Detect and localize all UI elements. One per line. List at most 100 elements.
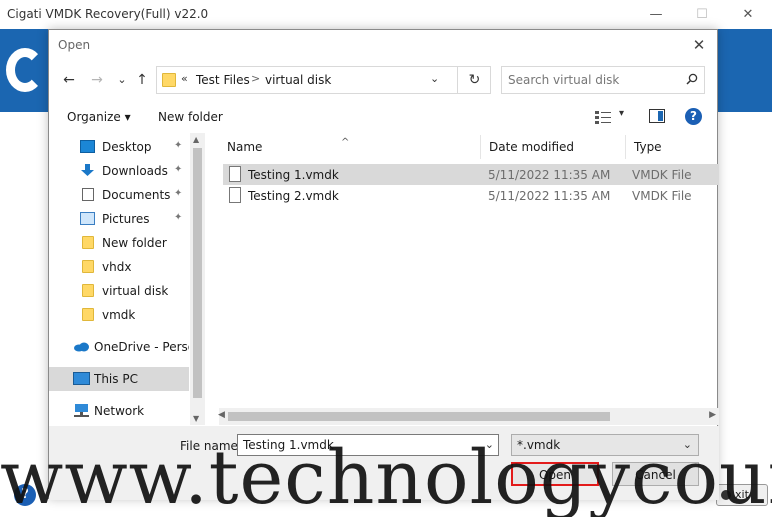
folder-icon: [82, 308, 94, 321]
desktop-icon: [80, 140, 95, 153]
app-help-button[interactable]: ?: [14, 484, 36, 506]
nav-item-label: New folder: [102, 236, 167, 250]
scroll-up-icon[interactable]: ▲: [193, 135, 199, 144]
dialog-title: Open: [58, 38, 91, 52]
breadcrumb-separator: >: [251, 72, 261, 85]
file-list: Name ^ Date modified Type Testing 1.vmdk…: [219, 133, 719, 425]
scroll-down-icon[interactable]: ▼: [193, 414, 199, 423]
app-logo-icon: [6, 48, 44, 92]
forward-button[interactable]: →: [86, 70, 108, 90]
cancel-button[interactable]: Cancel: [612, 462, 699, 486]
file-name-input[interactable]: Testing 1.vmdk ⌄: [237, 434, 499, 456]
app-close-button[interactable]: ✕: [728, 4, 768, 26]
nav-item-onedrive[interactable]: OneDrive - Persor: [49, 335, 189, 359]
nav-item-virtual-disk[interactable]: virtual disk: [49, 279, 189, 303]
network-icon: [74, 404, 89, 417]
scroll-right-icon[interactable]: ▶: [709, 410, 716, 420]
column-label: Name: [227, 140, 263, 154]
file-name-value: Testing 1.vmdk: [243, 438, 334, 452]
nav-pane-scrollbar[interactable]: ▲ ▼: [190, 133, 205, 425]
download-icon: [81, 164, 94, 176]
view-dropdown-icon[interactable]: ▾: [619, 108, 624, 119]
nav-item-label: vhdx: [102, 260, 132, 274]
navigation-pane: Desktop ✦ Downloads ✦ Documents ✦ Pictur…: [49, 133, 205, 425]
file-icon: [229, 166, 241, 182]
back-button[interactable]: ←: [58, 70, 80, 90]
maximize-button[interactable]: ☐: [682, 4, 722, 26]
file-date: 5/11/2022 11:35 AM: [488, 168, 611, 182]
nav-item-this-pc[interactable]: This PC: [49, 367, 189, 391]
address-overflow[interactable]: «: [181, 72, 188, 85]
search-input[interactable]: [508, 71, 673, 89]
chevron-down-icon[interactable]: ⌄: [485, 438, 494, 451]
file-name: Testing 1.vmdk: [248, 168, 339, 182]
nav-item-vmdk[interactable]: vmdk: [49, 303, 189, 327]
address-dropdown-icon[interactable]: ⌄: [430, 72, 439, 85]
exit-icon: [721, 490, 731, 500]
cloud-icon: [74, 342, 89, 352]
file-row[interactable]: Testing 2.vmdk 5/11/2022 11:35 AM VMDK F…: [223, 185, 719, 206]
file-type-value: *.vmdk: [517, 438, 561, 452]
app-title: Cigati VMDK Recovery(Full) v22.0: [7, 7, 209, 21]
help-icon[interactable]: ?: [685, 108, 702, 125]
file-name-label: File name:: [180, 439, 242, 453]
sort-ascending-icon: ^: [341, 137, 350, 148]
nav-item-pictures[interactable]: Pictures ✦: [49, 207, 189, 231]
nav-item-desktop[interactable]: Desktop ✦: [49, 135, 189, 159]
address-bar[interactable]: « Test Files > virtual disk ⌄ ↻: [156, 66, 491, 94]
pin-icon: ✦: [174, 212, 183, 223]
breadcrumb-test-files[interactable]: Test Files: [196, 73, 250, 87]
pictures-icon: [80, 212, 95, 225]
nav-item-documents[interactable]: Documents ✦: [49, 183, 189, 207]
file-name: Testing 2.vmdk: [248, 189, 339, 203]
nav-item-vhdx[interactable]: vhdx: [49, 255, 189, 279]
open-button[interactable]: Open: [511, 462, 599, 486]
file-row[interactable]: Testing 1.vmdk 5/11/2022 11:35 AM VMDK F…: [223, 164, 719, 185]
minimize-button[interactable]: —: [636, 4, 676, 26]
recent-locations-button[interactable]: ⌄: [111, 70, 133, 90]
scrollbar-thumb[interactable]: [193, 148, 202, 398]
exit-label: xit: [735, 488, 749, 501]
pin-icon: ✦: [174, 188, 183, 199]
nav-item-label: Documents: [102, 188, 171, 202]
scroll-left-icon[interactable]: ◀: [218, 410, 225, 420]
app-exit-button[interactable]: xit: [716, 484, 768, 506]
nav-item-label: Downloads: [102, 164, 168, 178]
nav-item-label: virtual disk: [102, 284, 169, 298]
nav-item-downloads[interactable]: Downloads ✦: [49, 159, 189, 183]
refresh-button[interactable]: ↻: [457, 67, 491, 93]
folder-icon: [162, 73, 176, 87]
nav-item-label: Pictures: [102, 212, 150, 226]
computer-icon: [73, 372, 90, 385]
file-icon: [229, 187, 241, 203]
up-button[interactable]: ↑: [131, 70, 153, 90]
scrollbar-thumb[interactable]: [228, 412, 610, 421]
file-date: 5/11/2022 11:35 AM: [488, 189, 611, 203]
nav-item-label: Desktop: [102, 140, 152, 154]
new-folder-button[interactable]: New folder: [158, 110, 223, 124]
nav-item-new-folder[interactable]: New folder: [49, 231, 189, 255]
pin-icon: ✦: [174, 164, 183, 175]
column-header-date-modified[interactable]: Date modified: [481, 135, 626, 159]
preview-pane-icon[interactable]: [649, 109, 665, 123]
breadcrumb-virtual-disk[interactable]: virtual disk: [265, 73, 331, 87]
dialog-footer: File name: Testing 1.vmdk ⌄ *.vmdk ⌄ Ope…: [49, 426, 719, 500]
column-header-name[interactable]: Name ^: [219, 135, 481, 159]
search-box[interactable]: [501, 66, 705, 94]
open-dialog: Open ✕ ← → ⌄ ↑ « Test Files > virtual di…: [48, 29, 719, 500]
file-list-horizontal-scrollbar[interactable]: ◀ ▶: [218, 408, 719, 425]
file-type: VMDK File: [632, 168, 692, 182]
nav-item-label: vmdk: [102, 308, 136, 322]
view-options-icon[interactable]: [595, 110, 611, 124]
document-icon: [82, 188, 94, 201]
column-header-type[interactable]: Type: [626, 135, 719, 159]
nav-item-label: OneDrive - Persor: [94, 340, 189, 354]
file-type-select[interactable]: *.vmdk ⌄: [511, 434, 699, 456]
nav-item-network[interactable]: Network: [49, 399, 189, 423]
nav-item-label: This PC: [94, 372, 138, 386]
cancel-button-label: Cancel: [635, 468, 676, 482]
dialog-close-button[interactable]: ✕: [687, 34, 711, 56]
file-type: VMDK File: [632, 189, 692, 203]
organize-button[interactable]: Organize ▾: [67, 110, 131, 124]
folder-icon: [82, 260, 94, 273]
